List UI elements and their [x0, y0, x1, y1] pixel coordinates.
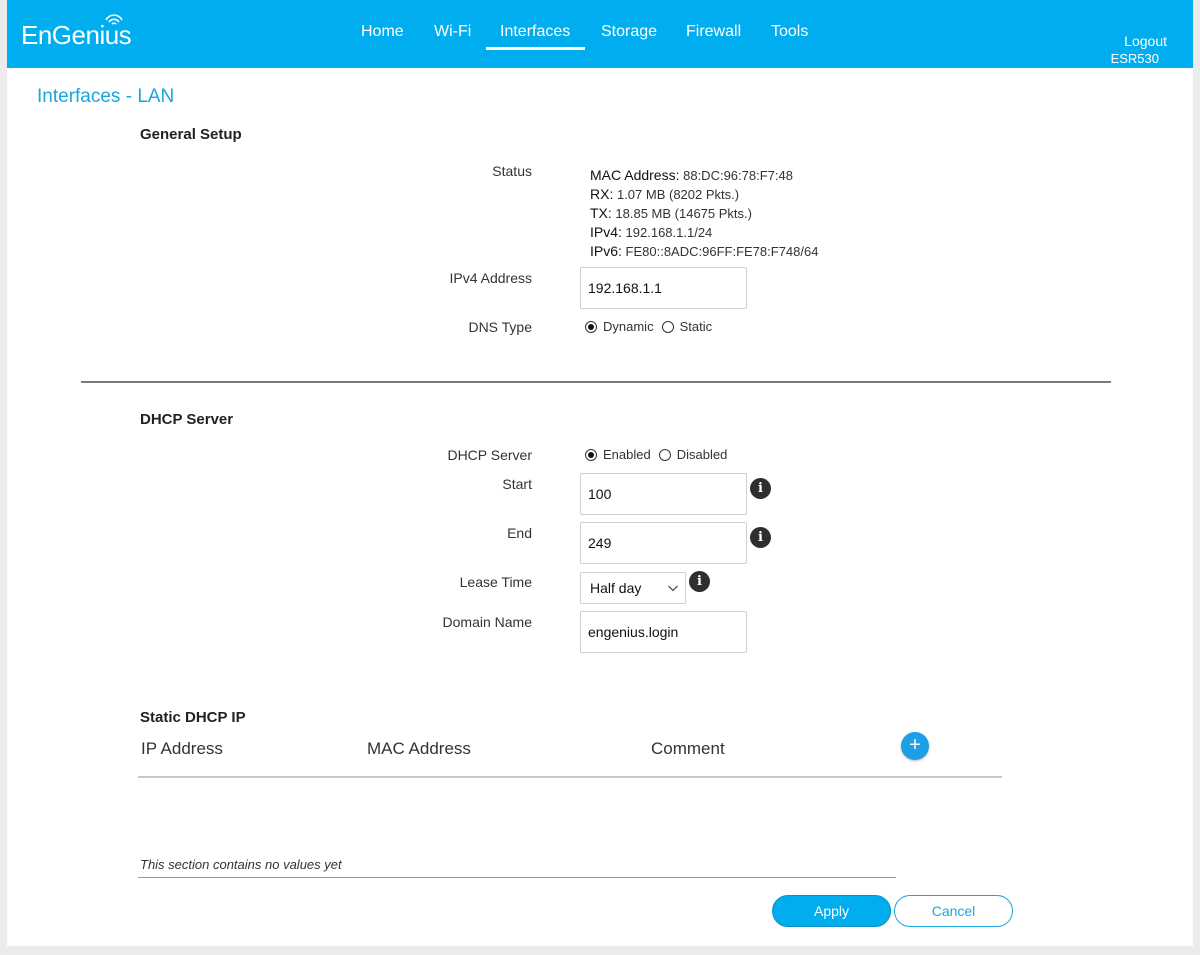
nav-tools[interactable]: Tools — [771, 23, 808, 41]
dhcp-server-label: DHCP Server — [447, 447, 532, 463]
domain-name-label: Domain Name — [442, 614, 532, 630]
dhcp-enabled-label[interactable]: Enabled — [603, 447, 651, 462]
empty-message-divider — [138, 877, 896, 878]
col-comment: Comment — [651, 739, 725, 758]
empty-table-message: This section contains no values yet — [140, 857, 342, 872]
lease-time-info-icon[interactable]: i — [689, 571, 710, 592]
status-rx: RX: 1.07 MB (8202 Pkts.) — [590, 186, 740, 202]
cancel-button[interactable]: Cancel — [894, 895, 1013, 927]
lease-time-label: Lease Time — [459, 574, 532, 590]
chevron-down-icon — [668, 585, 678, 592]
dns-dynamic-radio[interactable] — [585, 320, 597, 333]
dhcp-disabled-label[interactable]: Disabled — [677, 447, 728, 462]
domain-name-input[interactable] — [580, 611, 747, 653]
status-label: Status — [492, 163, 532, 179]
status-info: MAC Address: 88:DC:96:78:F7:48 RX: 1.07 … — [590, 166, 818, 261]
dns-type-radio-group: Dynamic Static — [585, 319, 720, 334]
engenius-logo[interactable]: EnGenius — [21, 14, 132, 51]
dhcp-enabled-radio[interactable] — [585, 448, 597, 461]
ipv4-address-input[interactable] — [580, 267, 747, 309]
active-tab-indicator — [486, 47, 585, 50]
nav-storage[interactable]: Storage — [601, 23, 657, 41]
top-header: EnGenius Home Wi-Fi Interfaces Storage F… — [7, 0, 1193, 68]
start-label: Start — [502, 476, 532, 492]
ipv4-address-label: IPv4 Address — [449, 270, 533, 286]
device-model: ESR530 — [1110, 51, 1159, 66]
nav-home[interactable]: Home — [361, 23, 404, 41]
status-tx: TX: 18.85 MB (14675 Pkts.) — [590, 205, 752, 221]
general-setup-title: General Setup — [140, 126, 242, 143]
end-input[interactable] — [580, 522, 747, 564]
plus-icon: + — [909, 734, 921, 756]
dns-dynamic-label[interactable]: Dynamic — [603, 319, 654, 334]
dns-static-label[interactable]: Static — [680, 319, 713, 334]
status-mac: MAC Address: 88:DC:96:78:F7:48 — [590, 167, 793, 183]
apply-button[interactable]: Apply — [772, 895, 891, 927]
nav-firewall[interactable]: Firewall — [686, 23, 741, 41]
col-mac-address: MAC Address — [367, 739, 471, 758]
add-static-ip-button[interactable]: + — [901, 732, 929, 760]
page-title: Interfaces - LAN — [37, 86, 175, 107]
wifi-arcs-icon — [105, 14, 123, 25]
app-frame: EnGenius Home Wi-Fi Interfaces Storage F… — [7, 0, 1193, 946]
dns-static-radio[interactable] — [661, 320, 674, 333]
end-info-icon[interactable]: i — [750, 527, 771, 548]
start-input[interactable] — [580, 473, 747, 515]
nav-wifi[interactable]: Wi-Fi — [434, 23, 471, 41]
status-ipv4: IPv4: 192.168.1.1/24 — [590, 224, 713, 240]
start-info-icon[interactable]: i — [750, 478, 771, 499]
dhcp-disabled-radio[interactable] — [658, 448, 671, 461]
dns-type-label: DNS Type — [468, 319, 532, 335]
dhcp-server-title: DHCP Server — [140, 411, 234, 428]
lease-time-select[interactable]: Half day — [580, 572, 686, 604]
dhcp-server-radio-group: Enabled Disabled — [585, 447, 735, 462]
logout-link[interactable]: Logout — [1124, 33, 1167, 49]
col-ip-address: IP Address — [141, 739, 223, 758]
section-divider — [81, 381, 1111, 383]
table-header-divider — [138, 776, 1002, 778]
status-ipv6: IPv6: FE80::8ADC:96FF:FE78:F748/64 — [590, 243, 819, 259]
lease-time-value: Half day — [590, 580, 642, 596]
static-dhcp-title: Static DHCP IP — [140, 709, 246, 726]
end-label: End — [507, 525, 532, 541]
nav-interfaces[interactable]: Interfaces — [500, 23, 570, 41]
